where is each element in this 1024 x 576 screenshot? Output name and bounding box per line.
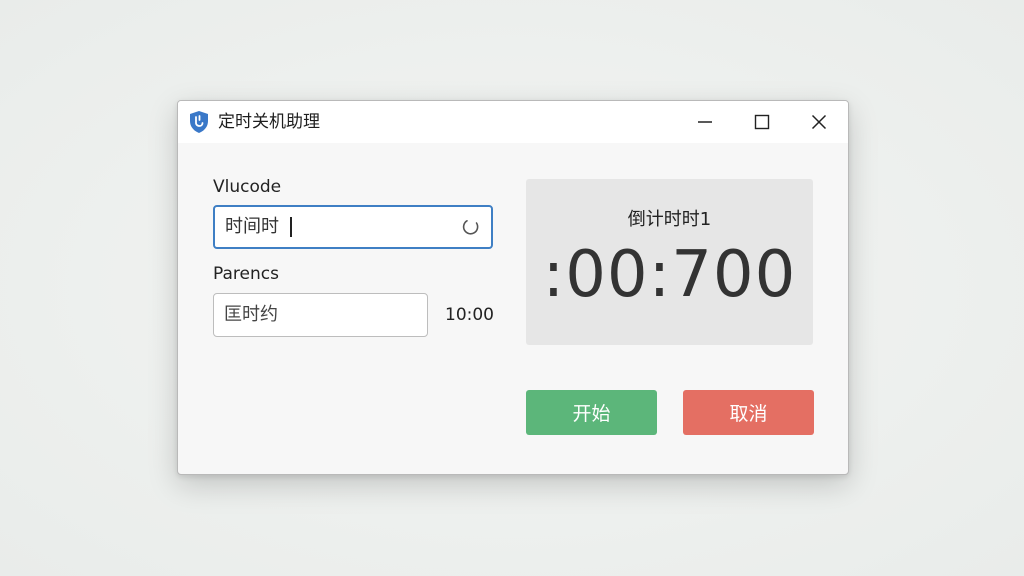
minimize-button[interactable]: [677, 101, 733, 143]
field2-value: 匡时约: [224, 304, 278, 325]
countdown-panel: 倒计时时1 :00:700: [526, 179, 813, 345]
countdown-time: :00:700: [542, 238, 797, 312]
spinner-icon: [461, 217, 481, 237]
text-caret: [290, 217, 292, 237]
maximize-button[interactable]: [734, 101, 790, 143]
desktop: 定时关机助理 Vlucode 时间时 Parencs 匡时约 10:00 倒计时…: [0, 0, 1024, 576]
window-title: 定时关机助理: [218, 112, 320, 132]
field2-input[interactable]: 匡时约: [213, 293, 428, 337]
title-bar[interactable]: 定时关机助理: [178, 101, 848, 143]
start-button[interactable]: 开始: [526, 390, 657, 435]
shield-icon: [188, 110, 210, 134]
close-icon: [811, 114, 827, 130]
app-window: 定时关机助理 Vlucode 时间时 Parencs 匡时约 10:00 倒计时…: [177, 100, 849, 475]
field2-label: Parencs: [213, 264, 279, 284]
countdown-label: 倒计时时1: [627, 209, 712, 230]
field2-side-value: 10:00: [445, 305, 494, 325]
field1-label: Vlucode: [213, 177, 282, 197]
close-button[interactable]: [791, 101, 847, 143]
field1-input[interactable]: 时间时: [213, 205, 493, 249]
cancel-button[interactable]: 取消: [683, 390, 814, 435]
field1-value: 时间时: [225, 216, 279, 237]
minimize-icon: [697, 114, 713, 130]
maximize-icon: [754, 114, 770, 130]
